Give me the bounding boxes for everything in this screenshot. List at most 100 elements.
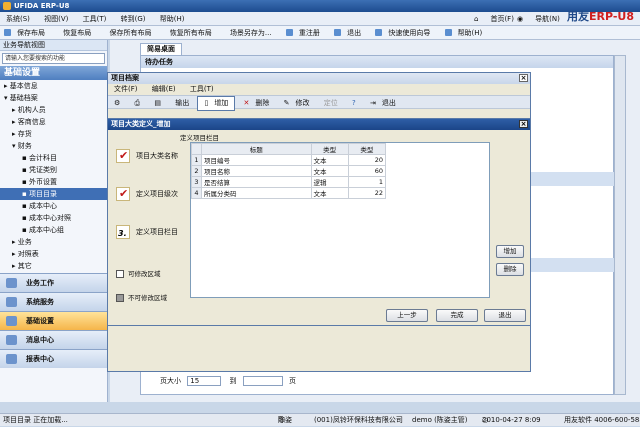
business-icon xyxy=(6,278,17,288)
nav-report-center[interactable]: 报表中心 xyxy=(0,349,107,368)
navigate-button[interactable]: ◉ 导航(N) xyxy=(505,12,572,26)
side-panel-strip xyxy=(528,172,614,186)
editable-area-legend: 可修改区域 xyxy=(116,269,161,279)
tree-item-basic-info[interactable]: ▸ 基本信息 xyxy=(0,80,107,92)
tree-item-cost-center-group[interactable]: ▪ 成本中心组 xyxy=(0,224,107,236)
save-all-layout-button[interactable]: 保存所有布局 xyxy=(101,26,159,40)
close-icon[interactable]: × xyxy=(519,74,528,82)
function-search-input[interactable]: 请输入您要搜索的功能 xyxy=(2,53,105,64)
tree-item-cost-center-map[interactable]: ▪ 成本中心对照 xyxy=(0,212,107,224)
tree-item-project-catalog[interactable]: ▪ 项目目录 xyxy=(0,188,107,200)
print-button[interactable]: ⎙打印 xyxy=(129,97,147,110)
preview-icon: ▤ xyxy=(154,99,161,107)
previous-step-button[interactable]: 上一步 xyxy=(386,309,428,322)
restore-all-layout-button[interactable]: 恢复所有布局 xyxy=(162,26,220,40)
help-icon xyxy=(444,29,452,36)
table-row[interactable]: 1 项目编号 文本 20 xyxy=(191,154,387,166)
add-column-button[interactable]: 增加 xyxy=(496,245,524,258)
help-button[interactable]: 帮助(H) xyxy=(441,26,491,40)
report-icon xyxy=(6,354,17,364)
menu-help[interactable]: 帮助(H) xyxy=(154,12,191,26)
status-bar: 项目目录 正在加载... ☺ 陈姿 (001)凤铃环保科技有限公司 demo (… xyxy=(0,413,640,426)
locate-button[interactable]: 定位 xyxy=(318,97,344,110)
menu-tools[interactable]: 工具(T) xyxy=(77,12,113,26)
goto-page-input[interactable] xyxy=(242,376,283,386)
tree-item-currency[interactable]: ▪ 外币设置 xyxy=(0,176,107,188)
readonly-area-legend: 不可修改区域 xyxy=(116,293,167,303)
page-size-input[interactable]: 15 xyxy=(187,376,222,386)
delete-column-button[interactable]: 删除 xyxy=(496,263,524,276)
page-unit-label: 页 xyxy=(288,377,296,385)
tree-item-org-personnel[interactable]: ▸ 机构人员 xyxy=(0,104,107,116)
check-icon xyxy=(116,185,130,203)
tree-item-finance[interactable]: ▾ 财务 xyxy=(0,140,107,152)
home-icon: ⌂ xyxy=(474,15,479,23)
nav-business-work[interactable]: 业务工作 xyxy=(0,273,107,292)
save-scene-as-button[interactable]: 场景另存为... xyxy=(222,26,280,40)
menu-system[interactable]: 系统(S) xyxy=(0,12,36,26)
project-archive-title-bar: 项目档案 × xyxy=(108,73,530,84)
menu-file[interactable]: 文件(F) xyxy=(108,84,144,95)
check-icon xyxy=(116,147,130,165)
modify-button[interactable]: ✎ 修改 xyxy=(278,97,316,110)
table-row[interactable]: 3 是否结算 逻辑 1 xyxy=(191,176,387,188)
system-icon xyxy=(6,297,17,307)
menu-bar: 系统(S) 视图(V) 工具(T) 转到(G) 帮助(H) ⌂ 首页(F) ◉ 导航… xyxy=(0,12,640,26)
nav-system-service[interactable]: 系统服务 xyxy=(0,292,107,311)
tab-simple-desktop[interactable]: 简易桌面 xyxy=(140,43,182,55)
status-account: demo (陈姿主管) xyxy=(412,416,468,424)
restore-layout-button[interactable]: 恢复布局 xyxy=(55,26,99,40)
status-vendor: 用友软件 4006-600-588 xyxy=(564,416,640,424)
exit-icon xyxy=(334,29,342,36)
menu-tools-dialog[interactable]: 工具(T) xyxy=(184,84,220,95)
nav-basic-settings[interactable]: 基础设置 xyxy=(0,311,107,330)
save-layout-button[interactable]: 保存布局 xyxy=(0,26,53,40)
step-define-columns: 定义项目栏目 xyxy=(116,223,178,243)
output-button[interactable]: 输出 xyxy=(169,97,195,110)
columns-grid[interactable]: 标题 类型 类型 1 项目编号 文本 20 2 项目名称 文本 60 3 是否结算 逻辑 1 4所… xyxy=(190,142,490,298)
todo-header: 待办任务 xyxy=(141,56,613,68)
nav-message-center[interactable]: 消息中心 xyxy=(0,330,107,349)
step-three-icon xyxy=(116,225,130,243)
menu-edit[interactable]: 编辑(E) xyxy=(146,84,182,95)
nav-section-title: 基础设置 xyxy=(0,66,107,80)
tree-item-voucher-types[interactable]: ▪ 凭证类别 xyxy=(0,164,107,176)
wizard-icon xyxy=(375,29,383,36)
main-toolbar: 保存布局 恢复布局 保存所有布局 恢复所有布局 场景另存为... 重注册 退出 … xyxy=(0,26,640,40)
register-icon xyxy=(285,29,293,36)
tree-item-inventory[interactable]: ▸ 存货 xyxy=(0,128,107,140)
exit-wizard-button[interactable]: 退出 xyxy=(484,309,526,322)
step-class-name: 项目大类名称 xyxy=(116,147,178,165)
tree-item-customer-supplier[interactable]: ▸ 客商信息 xyxy=(0,116,107,128)
menu-goto[interactable]: 转到(G) xyxy=(115,12,152,26)
col-length-header[interactable]: 类型 xyxy=(347,143,387,155)
quick-wizard-button[interactable]: 快速使用向导 xyxy=(371,26,438,40)
preview-button[interactable]: ▤预览 xyxy=(148,97,167,110)
setup-button[interactable]: ⚙设置 xyxy=(108,97,126,110)
finish-button[interactable]: 完成 xyxy=(436,309,478,322)
re-register-button[interactable]: 重注册 xyxy=(282,26,328,40)
checkbox-icon xyxy=(116,270,124,278)
menu-view[interactable]: 视图(V) xyxy=(38,12,74,26)
help-dialog-button[interactable]: ? xyxy=(346,97,362,110)
col-type-header[interactable]: 类型 xyxy=(310,143,349,155)
table-row[interactable]: 2 项目名称 文本 60 xyxy=(191,165,387,177)
delete-button[interactable]: ✕ 删除 xyxy=(238,97,276,110)
col-title-header[interactable]: 标题 xyxy=(201,143,312,155)
side-panel-strip-2 xyxy=(528,258,614,272)
app-icon xyxy=(3,2,11,10)
tree-item-basic-archive[interactable]: ▾ 基础档案 xyxy=(0,92,107,104)
tree-item-cost-center[interactable]: ▪ 成本中心 xyxy=(0,200,107,212)
checkbox-disabled-icon xyxy=(116,294,124,302)
exit-button[interactable]: 退出 xyxy=(330,26,369,40)
tree-item-business[interactable]: ▸ 业务 xyxy=(0,236,107,248)
exit-dialog-button[interactable]: ⇥ 退出 xyxy=(364,97,402,110)
step-define-levels: 定义项目级次 xyxy=(116,185,178,203)
desktop-scrollbar[interactable] xyxy=(614,55,626,395)
table-row[interactable]: 4 所属分类码 文本 22 xyxy=(191,187,387,199)
tree-item-other[interactable]: ▸ 其它 xyxy=(0,260,107,272)
tree-item-mapping[interactable]: ▸ 对照表 xyxy=(0,248,107,260)
wizard-close-icon[interactable]: × xyxy=(519,120,528,128)
add-button[interactable]: ▯ 增加 xyxy=(197,96,236,111)
tree-item-accounts[interactable]: ▪ 会计科目 xyxy=(0,152,107,164)
